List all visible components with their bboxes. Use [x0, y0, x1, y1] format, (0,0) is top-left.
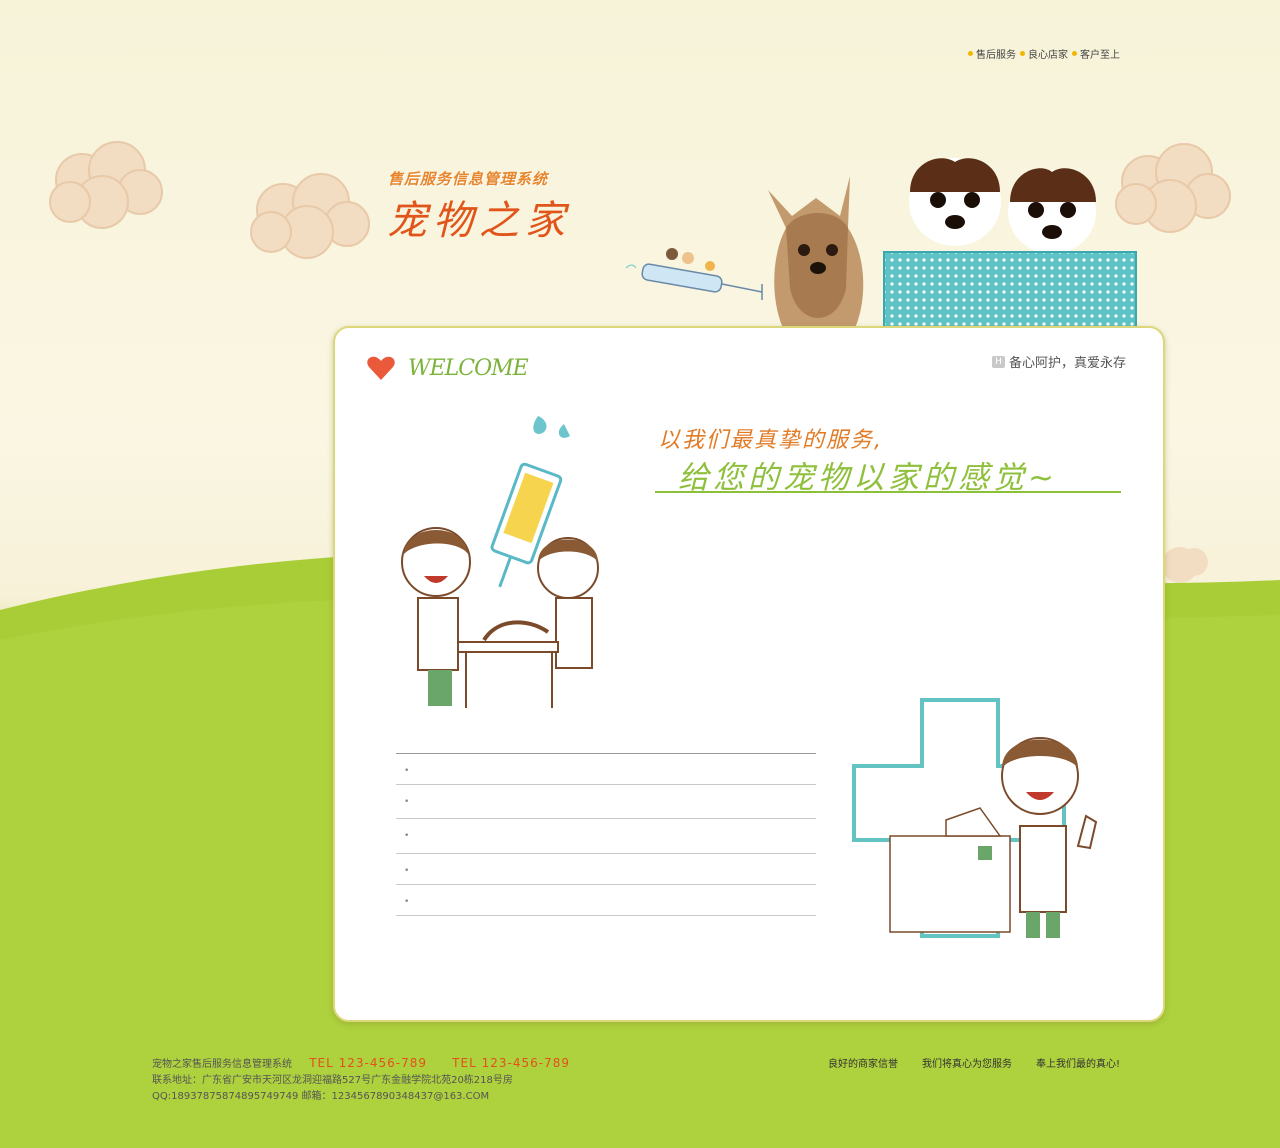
list-item[interactable]: •	[396, 754, 816, 785]
footer-company: 宠物之家售后服务信息管理系统	[152, 1059, 292, 1070]
footer-link-sincerity[interactable]: 奉上我们最的真心!	[1036, 1055, 1120, 1070]
slogan-line-1: 以我们最真挚的服务,	[658, 428, 883, 453]
hospital-doctor-illustration	[852, 698, 1098, 938]
bullet-icon: •	[404, 766, 410, 776]
cloud-small	[1162, 547, 1208, 583]
footer-tel-2: TEL 123-456-789	[452, 1056, 570, 1070]
logo-subtitle: 售后服务信息管理系统	[388, 170, 549, 188]
footer-contact: QQ:18937875874895749749 邮箱：1234567890348…	[152, 1091, 490, 1102]
tagline-text: 备心阿护，真爱永存	[1009, 356, 1127, 371]
bullet-icon	[1072, 51, 1077, 56]
nav-item-honest-shop[interactable]: 良心店家	[1020, 46, 1068, 61]
vet-doctors-illustration	[401, 416, 599, 708]
puppies-box-illustration	[883, 158, 1137, 337]
footer-line-1: 宠物之家售后服务信息管理系统 TEL 123-456-789 TEL 123-4…	[152, 1055, 570, 1073]
news-list: • • • • •	[396, 753, 816, 916]
footer-address: 联系地址：广东省广安市天河区龙洞迎福路527号广东金融学院北苑20栋218号房	[152, 1075, 513, 1086]
list-item[interactable]: •	[396, 785, 816, 819]
footer-tel-1: TEL 123-456-789	[309, 1056, 427, 1070]
heart-icon	[367, 356, 395, 380]
footer-links: 良好的商家信誉 我们将真心为您服务 奉上我们最的真心!	[828, 1055, 1120, 1070]
list-item[interactable]: •	[396, 885, 816, 916]
footer-info: 宠物之家售后服务信息管理系统 TEL 123-456-789 TEL 123-4…	[152, 1055, 570, 1105]
bullet-icon	[1020, 51, 1025, 56]
nav-item-after-sales[interactable]: 售后服务	[968, 46, 1016, 61]
welcome-heading: WELCOME	[408, 356, 529, 381]
syringe-kids-illustration	[625, 248, 763, 300]
nav-item-customer-first[interactable]: 客户至上	[1072, 46, 1120, 61]
cloud-middle	[250, 173, 370, 259]
yorkie-dog-illustration	[768, 176, 864, 338]
cloud-left	[49, 141, 163, 229]
bullet-icon: •	[404, 866, 410, 876]
bullet-icon: •	[404, 897, 410, 907]
top-nav: 售后服务 良心店家 客户至上	[968, 46, 1120, 61]
logo-title: 宠物之家	[387, 198, 571, 244]
bullet-icon	[968, 51, 973, 56]
bullet-icon: •	[404, 797, 410, 807]
h-badge-icon: H	[992, 355, 1005, 368]
footer-link-reputation[interactable]: 良好的商家信誉	[828, 1055, 898, 1070]
slogan-underline	[655, 491, 1121, 493]
footer-link-service[interactable]: 我们将真心为您服务	[922, 1055, 1012, 1070]
list-item[interactable]: •	[396, 854, 816, 885]
list-item[interactable]: •	[396, 819, 816, 854]
panel-tagline: H 备心阿护，真爱永存	[992, 352, 1126, 371]
bullet-icon: •	[404, 831, 410, 841]
